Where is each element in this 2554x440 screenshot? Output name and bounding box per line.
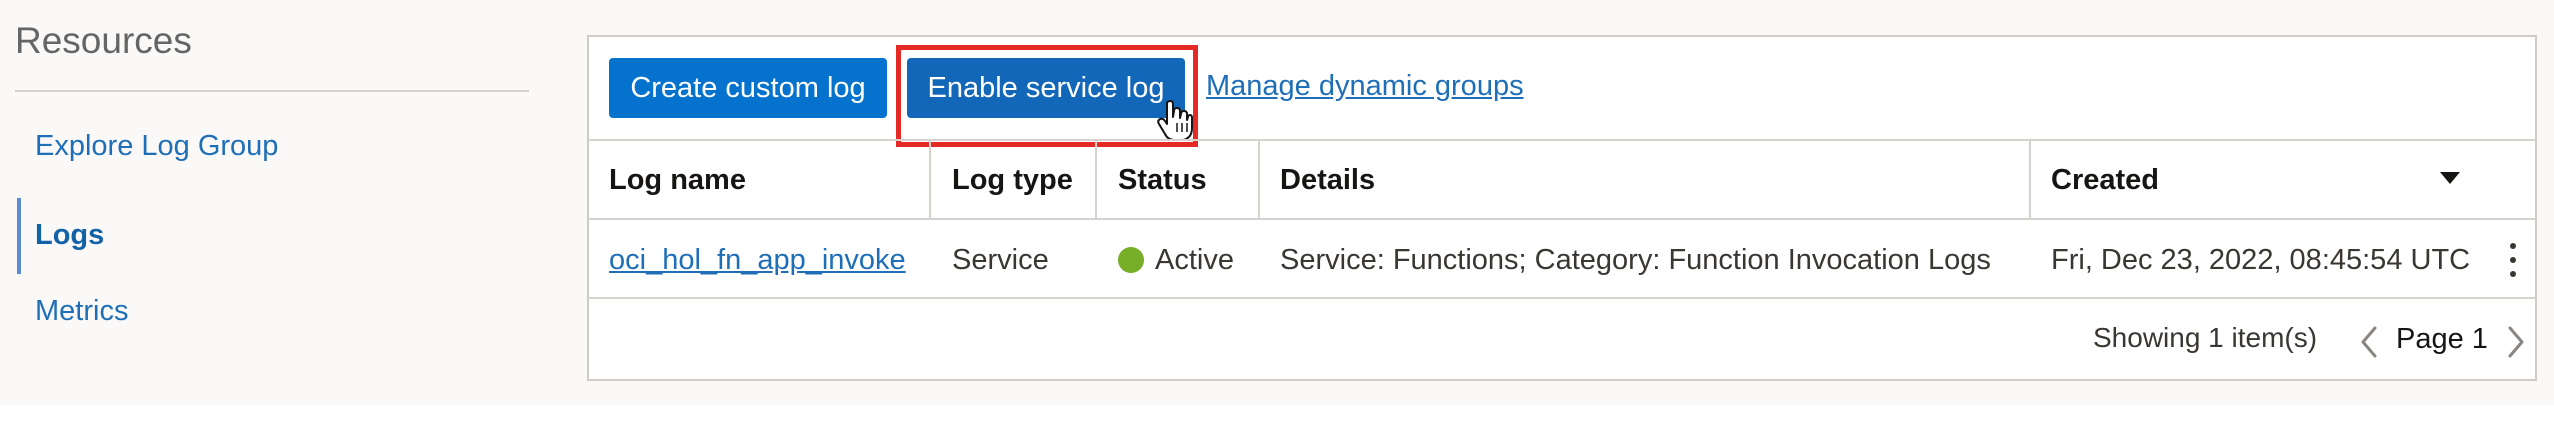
chevron-left-icon[interactable] [2355, 324, 2385, 360]
column-divider [1095, 141, 1097, 220]
hand-pointer-icon [1157, 100, 1193, 141]
column-header-status[interactable]: Status [1118, 164, 1207, 197]
column-divider [929, 141, 931, 220]
table-bottom-border [589, 297, 2535, 299]
created-cell: Fri, Dec 23, 2022, 08:45:54 UTC [2051, 244, 2471, 276]
details-cell: Service: Functions; Category: Function I… [1280, 244, 1991, 276]
manage-dynamic-groups-link[interactable]: Manage dynamic groups [1206, 70, 1524, 103]
status-active-icon [1118, 247, 1144, 273]
sidebar-item-logs[interactable]: Logs [35, 219, 104, 252]
sidebar-item-explore-log-group[interactable]: Explore Log Group [35, 130, 278, 163]
create-custom-log-button[interactable]: Create custom log [609, 58, 887, 118]
column-header-details[interactable]: Details [1280, 164, 1375, 197]
chevron-right-icon[interactable] [2500, 324, 2530, 360]
showing-count: Showing 1 item(s) [2093, 322, 2318, 353]
column-divider [1258, 141, 1260, 220]
column-header-log-type[interactable]: Log type [952, 164, 1073, 197]
caret-down-icon[interactable] [2440, 172, 2460, 184]
log-name-link[interactable]: oci_hol_fn_app_invoke [609, 244, 906, 277]
resources-divider [15, 90, 529, 92]
resources-title: Resources [15, 20, 192, 61]
sidebar-active-indicator [17, 198, 21, 274]
table-top-border [589, 139, 2535, 141]
column-header-log-name[interactable]: Log name [609, 164, 746, 197]
sidebar-item-metrics[interactable]: Metrics [35, 295, 128, 328]
table-header-divider [589, 218, 2535, 220]
status-cell: Active [1155, 244, 1234, 276]
enable-service-log-button[interactable]: Enable service log [907, 58, 1185, 118]
column-header-created[interactable]: Created [2051, 164, 2159, 197]
kebab-menu-icon[interactable] [2509, 243, 2517, 277]
log-type-cell: Service [952, 244, 1049, 276]
column-divider [2029, 141, 2031, 220]
page-indicator: Page 1 [2396, 323, 2488, 355]
